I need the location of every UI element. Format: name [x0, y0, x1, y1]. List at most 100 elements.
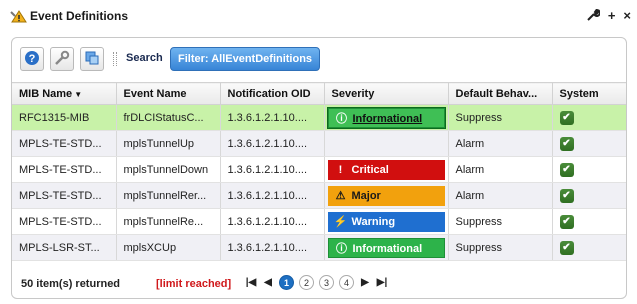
default-behavior-cell: Alarm — [448, 130, 553, 157]
previous-page-icon[interactable]: ◀ — [262, 277, 274, 288]
notification-oid-cell: 1.3.6.1.2.1.10.... — [220, 156, 325, 183]
warning-severity-icon: ⚡ — [333, 215, 348, 228]
notification-oid-cell: 1.3.6.1.2.1.10.... — [220, 104, 325, 131]
refresh-button[interactable] — [80, 47, 104, 71]
table-row[interactable]: MPLS-LSR-ST... mplsXCUp 1.3.6.1.2.1.10....… — [12, 234, 626, 261]
column-header-notification-oid[interactable]: Notification OID — [220, 82, 325, 105]
limit-reached-label: [limit reached] — [156, 278, 232, 290]
column-header-severity[interactable]: Severity — [324, 82, 449, 105]
mib-name-cell: MPLS-TE-STD... — [12, 130, 117, 157]
event-name-cell: mplsTunnelDown — [116, 156, 221, 183]
system-cell: ✔ — [552, 234, 626, 261]
add-icon[interactable]: + — [608, 8, 616, 25]
mib-name-cell: MPLS-LSR-ST... — [12, 234, 117, 261]
svg-text:?: ? — [29, 53, 36, 65]
page-button-4[interactable]: 4 — [339, 275, 354, 290]
page-button-2[interactable]: 2 — [299, 275, 314, 290]
window-actions: + × — [587, 8, 631, 25]
event-definitions-table: MIB Name ▼ Event Name Notification OID Se… — [12, 82, 626, 261]
severity-badge: ! Critical — [327, 159, 445, 180]
close-icon[interactable]: × — [623, 8, 631, 25]
system-checkbox: ✔ — [559, 136, 574, 151]
event-name-cell: frDLCIStatusC... — [116, 104, 221, 131]
severity-cell: ⚡ Warning — [324, 208, 449, 235]
help-button[interactable]: ? — [20, 47, 44, 71]
column-header-default-behavior[interactable]: Default Behav... — [448, 82, 553, 105]
search-label[interactable]: Search — [126, 52, 163, 64]
table-row[interactable]: MPLS-TE-STD... mplsTunnelUp 1.3.6.1.2.1.10… — [12, 130, 626, 157]
severity-cell: ⚠ Major — [324, 182, 449, 209]
severity-badge: ⚠ Major — [327, 185, 445, 206]
informational-severity-icon: ⓘ — [336, 112, 347, 125]
mib-name-cell: MPLS-TE-STD... — [12, 208, 117, 235]
severity-label: Warning — [351, 215, 396, 228]
refresh-icon — [84, 50, 100, 69]
table-row[interactable]: MPLS-TE-STD... mplsTunnelDown 1.3.6.1.2.1.… — [12, 156, 626, 183]
system-cell: ✔ — [552, 130, 626, 157]
system-checkbox: ✔ — [559, 240, 574, 255]
system-cell: ✔ — [552, 208, 626, 235]
column-header-system[interactable]: System — [552, 82, 626, 105]
system-checkbox: ✔ — [559, 110, 574, 125]
toolbar-separator — [113, 52, 117, 66]
notification-oid-cell: 1.3.6.1.2.1.10.... — [220, 182, 325, 209]
mib-name-cell: RFC1315-MIB — [12, 104, 117, 131]
system-checkbox: ✔ — [559, 214, 574, 229]
wrench-icon — [54, 50, 70, 69]
help-icon: ? — [24, 50, 40, 69]
system-cell: ✔ — [552, 182, 626, 209]
event-definitions-panel: ? Search Filter: AllEventDefinitions MIB… — [11, 37, 627, 299]
page-button-3[interactable]: 3 — [319, 275, 334, 290]
event-name-cell: mplsTunnelUp — [116, 130, 221, 157]
toolbar: ? Search Filter: AllEventDefinitions — [12, 38, 626, 76]
first-page-icon[interactable]: |◀ — [245, 277, 257, 288]
critical-severity-icon: ! — [338, 163, 343, 176]
column-header-event-name[interactable]: Event Name — [116, 82, 221, 105]
system-checkbox: ✔ — [559, 162, 574, 177]
wrench-icon[interactable] — [587, 8, 601, 25]
column-header-mib-name[interactable]: MIB Name ▼ — [12, 82, 117, 105]
next-page-icon[interactable]: ▶ — [359, 277, 371, 288]
severity-cell: ⓘ Informational — [324, 234, 449, 261]
severity-badge[interactable]: ⓘ Informational — [326, 106, 446, 129]
default-behavior-cell: Suppress — [448, 234, 553, 261]
table-footer: 50 item(s) returned [limit reached] |◀ ◀… — [12, 270, 626, 298]
settings-button[interactable] — [50, 47, 74, 71]
table-row[interactable]: MPLS-TE-STD... mplsTunnelRe... 1.3.6.1.2.1… — [12, 208, 626, 235]
sort-desc-icon: ▼ — [74, 89, 83, 99]
notification-oid-cell: 1.3.6.1.2.1.10.... — [220, 130, 325, 157]
items-returned-count: 50 item(s) returned — [21, 278, 121, 290]
default-behavior-cell: Suppress — [448, 104, 553, 131]
table-row[interactable]: MPLS-TE-STD... mplsTunnelRer... 1.3.6.1.2.… — [12, 182, 626, 209]
severity-label: Informational — [352, 242, 423, 255]
window-title: Event Definitions — [30, 9, 129, 23]
event-name-cell: mplsTunnelRer... — [116, 182, 221, 209]
severity-label: Informational — [352, 112, 423, 125]
severity-cell: ⓘ Informational — [324, 104, 449, 131]
notification-oid-cell: 1.3.6.1.2.1.10.... — [220, 208, 325, 235]
pagination: |◀ ◀ 1 2 3 4 ▶ ▶| — [245, 275, 388, 290]
severity-label: Major — [351, 189, 381, 202]
window-titlebar: Event Definitions + × — [0, 0, 637, 32]
event-definitions-icon — [10, 8, 28, 24]
event-name-cell: mplsXCUp — [116, 234, 221, 261]
notification-oid-cell: 1.3.6.1.2.1.10.... — [220, 234, 325, 261]
page-button-1[interactable]: 1 — [279, 275, 294, 290]
default-behavior-cell: Alarm — [448, 182, 553, 209]
informational-severity-icon: ⓘ — [336, 242, 347, 255]
event-name-cell: mplsTunnelRe... — [116, 208, 221, 235]
table-header-row: MIB Name ▼ Event Name Notification OID Se… — [12, 82, 626, 105]
major-severity-icon: ⚠ — [335, 189, 346, 202]
severity-cell — [324, 130, 449, 157]
last-page-icon[interactable]: ▶| — [376, 277, 388, 288]
system-cell: ✔ — [552, 104, 626, 131]
mib-name-cell: MPLS-TE-STD... — [12, 182, 117, 209]
table-row[interactable]: RFC1315-MIB frDLCIStatusC... 1.3.6.1.2.1.1… — [12, 104, 626, 131]
mib-name-cell: MPLS-TE-STD... — [12, 156, 117, 183]
severity-label: Critical — [351, 163, 389, 176]
default-behavior-cell: Alarm — [448, 156, 553, 183]
filter-button[interactable]: Filter: AllEventDefinitions — [170, 47, 321, 71]
severity-badge: ⚡ Warning — [327, 211, 445, 232]
default-behavior-cell: Suppress — [448, 208, 553, 235]
system-checkbox: ✔ — [559, 188, 574, 203]
